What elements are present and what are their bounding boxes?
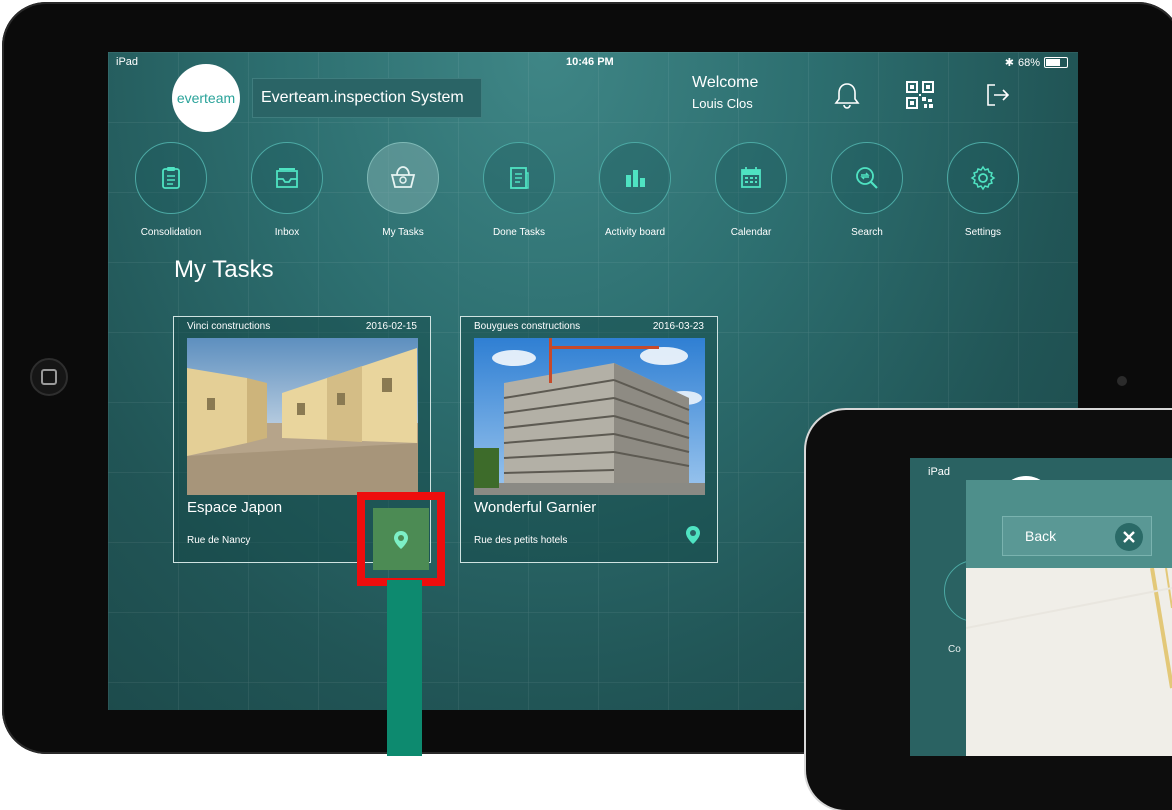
- callout-arrow: [387, 580, 422, 756]
- task-date: 2016-03-23: [652, 321, 704, 332]
- nav-calendar[interactable]: Calendar: [693, 142, 809, 238]
- nav-consolidation[interactable]: Consolidation: [113, 142, 229, 238]
- status-bar: iPad 10:46 PM ✱ 68%: [108, 52, 1078, 70]
- nav-circle: [251, 142, 323, 214]
- camera-dot: [1117, 376, 1127, 386]
- map-overlay: Back: [965, 480, 1172, 756]
- welcome-block: Welcome Louis Clos: [692, 74, 758, 111]
- calendar-icon: [741, 167, 761, 188]
- back-button[interactable]: Back: [1002, 516, 1152, 556]
- main-nav: Consolidation Inbox My Tasks Done Tasks …: [108, 142, 1078, 242]
- back-label: Back: [1025, 528, 1057, 544]
- clipboard-icon: [162, 167, 180, 189]
- clock: 10:46 PM: [566, 56, 614, 68]
- logo-text: everteam: [176, 90, 236, 106]
- nav-circle: [947, 142, 1019, 214]
- nav-label: Consolidation: [140, 227, 202, 238]
- task-date: 2016-02-15: [365, 321, 417, 332]
- task-photo: [187, 338, 418, 495]
- document-icon: [510, 167, 529, 189]
- app-title: Everteam.inspection System: [252, 78, 482, 118]
- card-header: Bouygues constructions 2016-03-23: [474, 321, 704, 332]
- company-name: Vinci constructions: [187, 321, 271, 332]
- qr-code-icon[interactable]: [903, 78, 937, 112]
- user-name: Louis Clos: [692, 96, 753, 111]
- nav-inbox[interactable]: Inbox: [229, 142, 345, 238]
- gear-icon: [970, 165, 996, 191]
- bluetooth-icon: ✱: [1004, 57, 1014, 69]
- nav-done-tasks[interactable]: Done Tasks: [461, 142, 577, 238]
- nav-circle: [715, 142, 787, 214]
- nav-label: Search: [851, 227, 883, 238]
- task-card-wonderful-garnier[interactable]: Bouygues constructions 2016-03-23 Wonder…: [460, 316, 718, 563]
- inbox-tray-icon: [276, 168, 298, 188]
- highlight-box: [357, 492, 445, 586]
- location-pin-icon: [394, 531, 408, 549]
- nav-label-partial: Co: [948, 644, 961, 655]
- logout-icon[interactable]: [980, 78, 1014, 112]
- nav-label: Settings: [964, 227, 1002, 238]
- card-header: Vinci constructions 2016-02-15: [187, 321, 417, 332]
- device-label: iPad: [116, 56, 139, 68]
- everteam-logo: everteam: [172, 64, 240, 132]
- overlay-header: Back: [966, 480, 1172, 568]
- nav-circle: [135, 142, 207, 214]
- nav-label: My Tasks: [382, 227, 424, 238]
- second-ipad-screen: iPad Co Back: [910, 458, 1172, 756]
- map-view[interactable]: [965, 567, 1172, 756]
- search-icon: [856, 167, 878, 189]
- welcome-text: Welcome: [692, 74, 759, 91]
- company-name: Bouygues constructions: [474, 321, 581, 332]
- location-pin-button[interactable]: [373, 508, 429, 570]
- battery-percent: 68%: [1017, 56, 1040, 69]
- device-label: iPad: [928, 466, 951, 478]
- nav-settings[interactable]: Settings: [925, 142, 1041, 238]
- nav-circle: [483, 142, 555, 214]
- nav-search[interactable]: Search: [809, 142, 925, 238]
- basket-icon: [390, 166, 416, 188]
- nav-label: Activity board: [604, 227, 666, 238]
- nav-label: Inbox: [274, 227, 300, 238]
- nav-activity-board[interactable]: Activity board: [577, 142, 693, 238]
- close-icon[interactable]: [1115, 523, 1143, 551]
- task-address: Rue de Nancy: [187, 535, 251, 546]
- task-photo: [474, 338, 705, 495]
- page-title: My Tasks: [174, 256, 274, 283]
- home-button[interactable]: [30, 358, 68, 396]
- task-title: Espace Japon: [187, 499, 283, 516]
- nav-circle-active: [367, 142, 439, 214]
- nav-my-tasks[interactable]: My Tasks: [345, 142, 461, 238]
- task-address: Rue des petits hotels: [474, 535, 568, 546]
- nav-circle: [831, 142, 903, 214]
- nav-circle: [599, 142, 671, 214]
- bell-icon[interactable]: [830, 78, 864, 112]
- battery-icon: [1044, 57, 1068, 68]
- nav-label: Calendar: [730, 227, 772, 238]
- nav-label: Done Tasks: [492, 227, 546, 238]
- battery-indicator: ✱ 68%: [1005, 56, 1068, 69]
- bar-chart-icon: [626, 170, 645, 187]
- location-pin-icon[interactable]: [682, 524, 704, 546]
- task-title: Wonderful Garnier: [474, 499, 597, 516]
